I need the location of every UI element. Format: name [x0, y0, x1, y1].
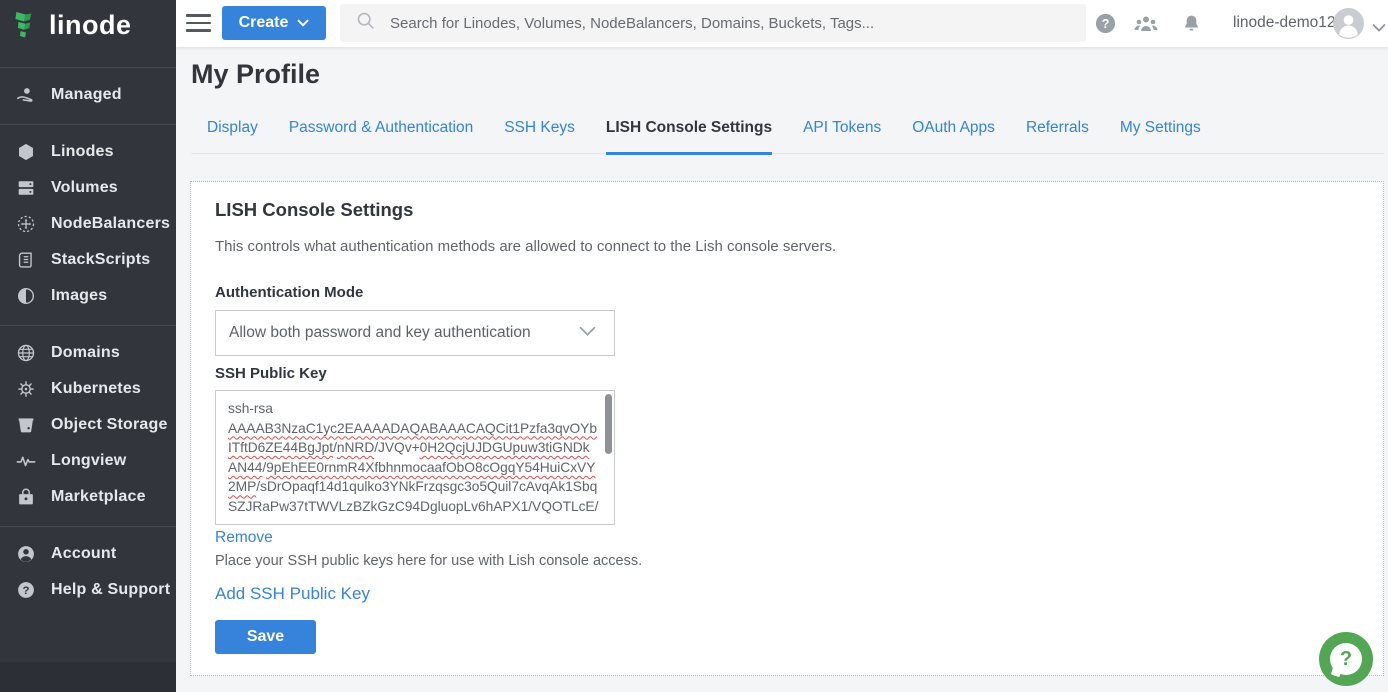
tab-password-authentication[interactable]: Password & Authentication — [289, 107, 473, 153]
sidebar-item-object-storage[interactable]: Object Storage — [0, 407, 176, 443]
ssh-key-line: ITftD6ZE44BgJpt/nNRD/JVQv+0H2QcjUJDGUpuw… — [228, 438, 596, 458]
svg-text:?: ? — [1102, 17, 1110, 31]
speech-bubble-question-icon: ? — [1330, 643, 1362, 675]
search-input[interactable] — [390, 15, 1086, 32]
stackscripts-icon — [14, 248, 38, 272]
sidebar-item-label: Marketplace — [51, 488, 146, 506]
save-button[interactable]: Save — [215, 620, 316, 654]
tab-my-settings[interactable]: My Settings — [1120, 107, 1201, 153]
sidebar-item-linodes[interactable]: Linodes — [0, 134, 176, 170]
authentication-mode-label: Authentication Mode — [215, 284, 1383, 301]
sidebar-group: Domains Kubernetes Object Storage Longview M… — [0, 325, 176, 526]
linode-logo[interactable]: linode — [0, 0, 176, 55]
sidebar-item-label: NodeBalancers — [51, 215, 170, 233]
sidebar-item-label: Volumes — [51, 179, 118, 197]
sidebar-nav: Managed Linodes Volumes NodeBalancers StackS… — [0, 67, 176, 619]
ssh-public-key-textarea[interactable]: ssh-rsaAAAAB3NzaC1yc2EAAAADAQABAAACAQCit… — [215, 390, 615, 525]
sidebar-item-account[interactable]: Account — [0, 536, 176, 572]
sidebar-item-label: Images — [51, 287, 107, 305]
menu-icon[interactable] — [186, 13, 211, 33]
ssh-key-helper-text: Place your SSH public keys here for use … — [215, 553, 1383, 569]
remove-key-link[interactable]: Remove — [215, 529, 273, 547]
help-icon: ? — [14, 578, 38, 602]
sidebar-item-label: Linodes — [51, 143, 114, 161]
tab-api-tokens[interactable]: API Tokens — [803, 107, 881, 153]
sidebar-group: Linodes Volumes NodeBalancers StackScripts I… — [0, 124, 176, 325]
ssh-key-line: AAAAB3NzaC1yc2EAAAADAQABAAACAQCit1Pzfa3q… — [228, 419, 596, 439]
sidebar-item-label: Kubernetes — [51, 380, 141, 398]
tab-referrals[interactable]: Referrals — [1026, 107, 1089, 153]
longview-icon — [14, 449, 38, 473]
sidebar-item-volumes[interactable]: Volumes — [0, 170, 176, 206]
profile-tabs: Display Password & Authentication SSH Keys… — [191, 107, 1384, 154]
volumes-icon — [14, 176, 38, 200]
main-content: My Profile Display Password & Authenticat… — [176, 47, 1388, 692]
create-button[interactable]: Create — [222, 6, 326, 40]
tab-lish-console-settings[interactable]: LISH Console Settings — [606, 107, 772, 155]
sidebar-item-marketplace[interactable]: Marketplace — [0, 479, 176, 515]
sidebar-group: Managed — [0, 67, 176, 124]
community-icon[interactable] — [1132, 11, 1160, 36]
add-ssh-public-key-link[interactable]: Add SSH Public Key — [215, 584, 370, 604]
linode-logo-icon — [13, 10, 40, 46]
textarea-scrollbar[interactable] — [605, 394, 612, 454]
sidebar-item-help-support[interactable]: ? Help & Support — [0, 572, 176, 608]
managed-icon — [14, 83, 38, 107]
page-title: My Profile — [191, 59, 320, 90]
authentication-mode-select[interactable]: Allow both password and key authenticati… — [215, 310, 615, 356]
topbar: Create ? linode-demo123 — [176, 0, 1388, 47]
panel-description: This controls what authentication method… — [215, 238, 1383, 255]
search-icon — [355, 10, 376, 36]
user-menu-chevron-icon[interactable] — [1372, 19, 1386, 37]
avatar[interactable] — [1333, 8, 1364, 44]
authentication-mode-value: Allow both password and key authenticati… — [229, 324, 579, 342]
images-icon — [14, 284, 38, 308]
ssh-key-line: AN44/9pEhEE0rnmR4XfbhnmocaafObO8cOgqY54H… — [228, 458, 596, 478]
chevron-down-icon — [297, 19, 309, 27]
help-fab-button[interactable]: ? — [1319, 632, 1373, 686]
select-chevron-down-icon — [579, 324, 596, 342]
sidebar-footer — [0, 662, 176, 692]
marketplace-icon — [14, 485, 38, 509]
username[interactable]: linode-demo123 — [1233, 14, 1344, 32]
create-button-label: Create — [239, 14, 289, 32]
sidebar-group: Account? Help & Support — [0, 526, 176, 619]
account-icon — [14, 542, 38, 566]
help-icon[interactable]: ? — [1094, 12, 1117, 35]
domains-icon — [14, 341, 38, 365]
tab-display[interactable]: Display — [207, 107, 258, 153]
sidebar-item-nodebalancers[interactable]: NodeBalancers — [0, 206, 176, 242]
sidebar-item-label: Account — [51, 545, 116, 563]
sidebar-item-domains[interactable]: Domains — [0, 335, 176, 371]
object-storage-icon — [14, 413, 38, 437]
notifications-bell-icon[interactable] — [1181, 12, 1202, 34]
logo-text: linode — [49, 12, 132, 43]
ssh-key-line: ssh-rsa — [228, 399, 596, 419]
panel-heading: LISH Console Settings — [215, 199, 1383, 221]
global-search — [340, 4, 1086, 42]
svg-text:?: ? — [23, 585, 30, 597]
linode-icon — [14, 140, 38, 164]
sidebar-item-kubernetes[interactable]: Kubernetes — [0, 371, 176, 407]
tab-oauth-apps[interactable]: OAuth Apps — [912, 107, 995, 153]
nodebalancers-icon — [14, 212, 38, 236]
ssh-key-line: SZJRaPw37tTWVLzBZkGzC94DgluopLv6hAPX1/VQ… — [228, 497, 596, 517]
sidebar-item-label: Managed — [51, 86, 122, 104]
sidebar-item-longview[interactable]: Longview — [0, 443, 176, 479]
sidebar-item-label: Help & Support — [51, 581, 170, 599]
tab-ssh-keys[interactable]: SSH Keys — [504, 107, 575, 153]
ssh-key-line: 2MP/sDrOpaqf14d1qulko3YNkFrzqsgc3o5Quil7… — [228, 477, 596, 497]
sidebar-item-label: Longview — [51, 452, 126, 470]
sidebar-item-label: StackScripts — [51, 251, 150, 269]
sidebar-item-images[interactable]: Images — [0, 278, 176, 314]
sidebar-item-label: Object Storage — [51, 416, 168, 434]
sidebar: linode Managed Linodes Volumes NodeBalancer… — [0, 0, 176, 692]
ssh-public-key-label: SSH Public Key — [215, 365, 1383, 382]
kubernetes-icon — [14, 377, 38, 401]
sidebar-item-stackscripts[interactable]: StackScripts — [0, 242, 176, 278]
sidebar-item-label: Domains — [51, 344, 120, 362]
sidebar-item-managed[interactable]: Managed — [0, 77, 176, 113]
lish-settings-panel: LISH Console Settings This controls what… — [190, 181, 1384, 676]
